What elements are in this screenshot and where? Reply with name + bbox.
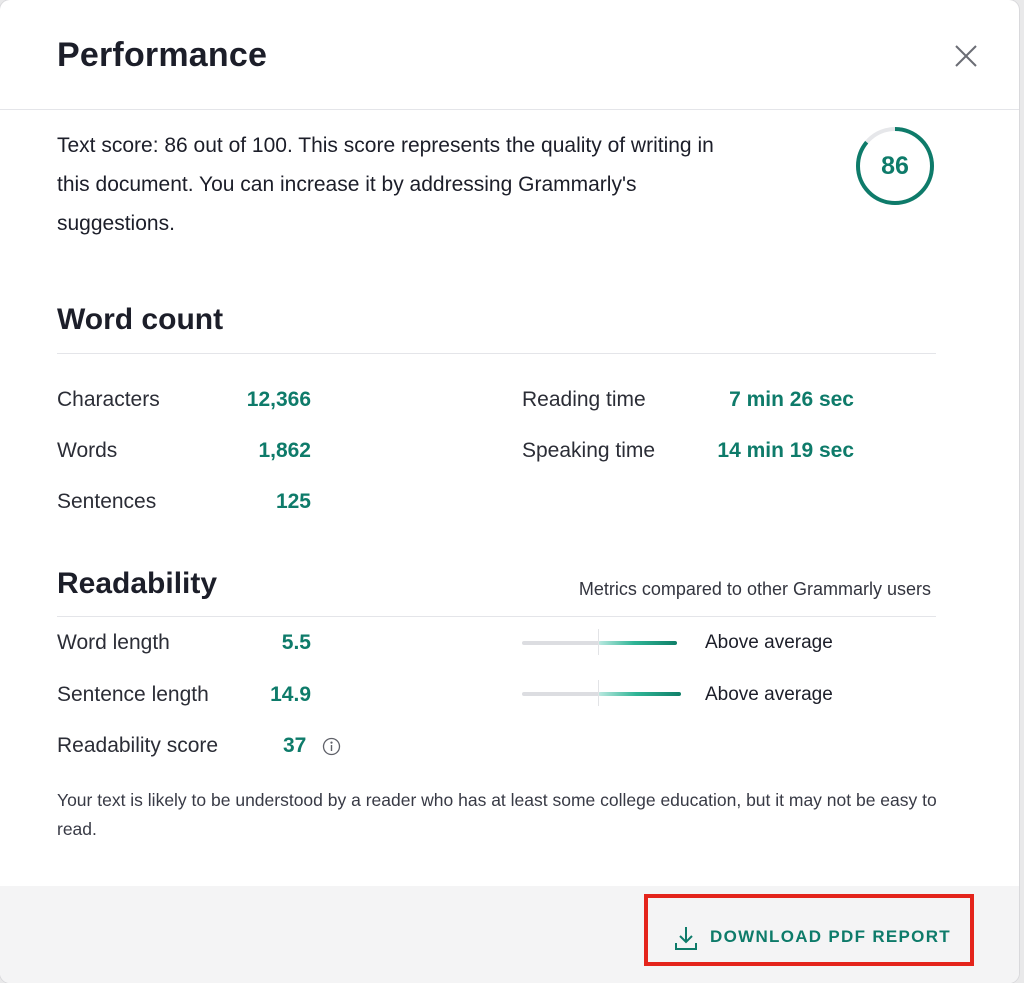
readability-score-value: 37 (283, 734, 307, 757)
info-icon[interactable] (322, 737, 341, 756)
sentence-length-label: Sentence length (57, 683, 209, 706)
close-icon (955, 45, 977, 67)
characters-value: 12,366 (246, 388, 311, 411)
word-count-title: Word count (57, 303, 224, 336)
readability-description: Your text is likely to be understood by … (57, 790, 937, 839)
word-length-comparison: Above average (705, 632, 833, 653)
word-length-bar-fill (599, 641, 677, 645)
download-icon (674, 925, 698, 951)
close-button[interactable] (950, 40, 982, 72)
sentence-length-bar-fill (599, 692, 681, 696)
word-length-value: 5.5 (281, 631, 311, 654)
sentence-length-comparison-bar (522, 680, 681, 706)
reading-time-value: 7 min 26 sec (729, 388, 854, 411)
readability-score-label: Readability score (57, 734, 219, 757)
readability-title: Readability (57, 567, 218, 600)
sentences-value: 125 (275, 490, 311, 513)
speaking-time-value: 14 min 19 sec (717, 439, 854, 462)
performance-dialog: Performance Text score: 86 out of 100. T… (0, 0, 1019, 983)
download-label: DOWNLOAD PDF REPORT (710, 927, 951, 946)
sentences-label: Sentences (57, 490, 157, 513)
speaking-time-label: Speaking time (522, 439, 656, 462)
readability-divider (57, 616, 936, 617)
dialog-title: Performance (57, 36, 268, 74)
sentence-length-value: 14.9 (270, 683, 311, 706)
words-label: Words (57, 439, 118, 462)
score-description: Text score: 86 out of 100. This score re… (57, 134, 714, 235)
characters-label: Characters (57, 388, 160, 411)
reading-time-label: Reading time (522, 388, 646, 411)
download-pdf-report-button[interactable]: DOWNLOAD PDF REPORT (644, 894, 974, 966)
metrics-note: Metrics compared to other Grammarly user… (578, 579, 931, 599)
word-count-divider (57, 353, 936, 354)
score-ring: 86 (853, 124, 937, 208)
sentence-length-comparison: Above average (705, 684, 833, 705)
score-value: 86 (881, 152, 909, 180)
words-value: 1,862 (258, 439, 311, 462)
dialog-header: Performance (0, 0, 1019, 110)
word-length-comparison-bar (522, 629, 677, 655)
word-length-label: Word length (57, 631, 170, 654)
